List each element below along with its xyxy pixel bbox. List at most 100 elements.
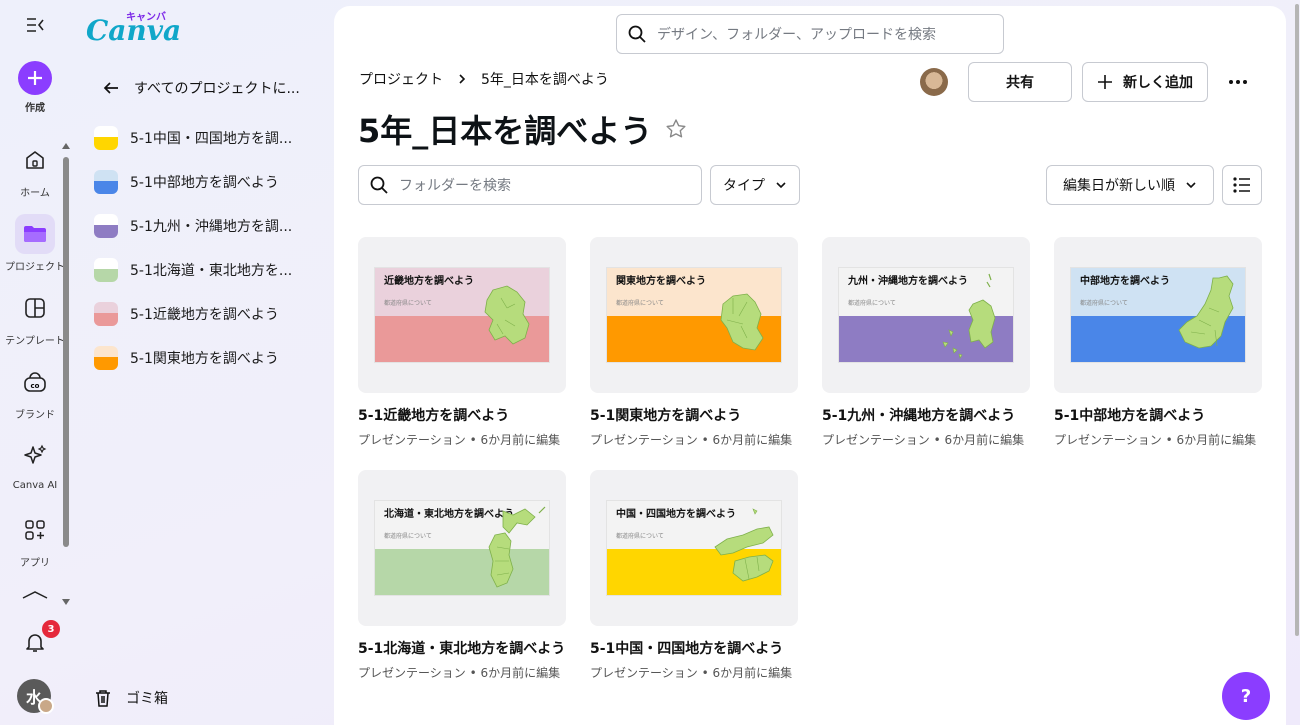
back-to-all-projects[interactable]: すべてのプロジェクトに... — [102, 78, 300, 98]
folder-thumbnail — [94, 258, 118, 282]
scroll-down-arrow-icon[interactable] — [62, 599, 70, 605]
rail-label-home: ホーム — [20, 188, 50, 199]
chevron-down-icon — [1186, 182, 1196, 189]
folder-label: 5-1中国・四国地方を調... — [130, 131, 293, 147]
graduation-cap-icon — [22, 591, 48, 599]
help-button[interactable]: ? — [1222, 672, 1270, 720]
design-card-kyushu[interactable]: 九州・沖縄地方を調べよう 都道府県について 5-1九州・沖縄地方を調べよう プレ… — [822, 237, 1030, 448]
left-rail: 作成 ホーム プロジェクト テンプレート co ブランド Canva AI アプ… — [0, 0, 70, 725]
global-search-input[interactable]: デザイン、フォルダー、アップロードを検索 — [616, 14, 1004, 54]
rail-item-projects[interactable]: プロジェクト — [0, 214, 70, 273]
design-title[interactable]: 5-1中国・四国地方を調べよう — [590, 638, 798, 658]
window-scrollbar[interactable] — [1294, 0, 1300, 725]
folder-thumbnail — [94, 126, 118, 150]
svg-text:co: co — [31, 382, 40, 390]
add-new-button[interactable]: 新しく追加 — [1082, 62, 1208, 102]
rail-item-canva-ai[interactable]: Canva AI — [0, 436, 70, 491]
rail-scroll-thumb[interactable] — [63, 157, 69, 547]
folder-icon — [15, 214, 55, 254]
scroll-up-arrow-icon[interactable] — [62, 143, 70, 149]
design-card-kinki[interactable]: 近畿地方を調べよう 都道府県について 5-1近畿地方を調べよう プレゼンテーショ… — [358, 237, 566, 448]
design-meta: プレゼンテーション • 6か月前に編集 — [590, 433, 793, 447]
trash-icon — [96, 690, 110, 707]
design-card-chugoku-shikoku[interactable]: 中国・四国地方を調べよう 都道府県について 5-1中国・四国地方を調べよう プレ… — [590, 470, 798, 681]
folder-label: 5-1近畿地方を調べよう — [130, 307, 279, 323]
design-thumbnail[interactable]: 中部地方を調べよう 都道府県について — [1054, 237, 1262, 393]
menu-toggle[interactable] — [0, 14, 70, 36]
back-label: すべてのプロジェクトに... — [134, 81, 300, 97]
folder-thumbnail — [94, 346, 118, 370]
folder-item-kyushu-okinawa[interactable]: 5-1九州・沖縄地方を調... — [94, 214, 292, 238]
rail-item-home[interactable]: ホーム — [0, 140, 70, 199]
sort-label: 編集日が新しい順 — [1063, 178, 1175, 194]
plus-icon — [18, 61, 52, 95]
design-title[interactable]: 5-1北海道・東北地方を調べよう — [358, 638, 566, 658]
window-scroll-thumb[interactable] — [1295, 4, 1299, 636]
template-icon — [15, 288, 55, 328]
star-icon[interactable] — [664, 117, 688, 141]
design-thumbnail[interactable]: 近畿地方を調べよう 都道府県について — [358, 237, 566, 393]
more-options-icon[interactable] — [1218, 62, 1258, 102]
chevron-down-icon — [776, 182, 786, 189]
rail-scrollbar[interactable] — [61, 143, 70, 605]
folder-label: 5-1九州・沖縄地方を調... — [130, 219, 293, 235]
folder-item-chugoku-shikoku[interactable]: 5-1中国・四国地方を調... — [94, 126, 292, 150]
slide-preview: 中部地方を調べよう 都道府県について — [1071, 268, 1245, 362]
design-title[interactable]: 5-1中部地方を調べよう — [1054, 405, 1262, 425]
notifications-button[interactable] — [0, 630, 70, 654]
map-kanto-icon — [720, 293, 764, 351]
header-actions: 共有 新しく追加 — [920, 62, 1258, 102]
design-card-hokkaido[interactable]: 北海道・東北地方を調べよう 都道府県について 5-1北海道・東北地方を調べよう … — [358, 470, 566, 681]
design-title[interactable]: 5-1九州・沖縄地方を調べよう — [822, 405, 1030, 425]
folder-item-kinki[interactable]: 5-1近畿地方を調べよう — [94, 302, 279, 326]
folder-item-hokkaido-tohoku[interactable]: 5-1北海道・東北地方を... — [94, 258, 292, 282]
home-icon — [15, 140, 55, 180]
folder-label: 5-1北海道・東北地方を... — [130, 263, 293, 279]
design-title[interactable]: 5-1近畿地方を調べよう — [358, 405, 566, 425]
folder-label: 5-1関東地方を調べよう — [130, 351, 279, 367]
sort-dropdown[interactable]: 編集日が新しい順 — [1046, 165, 1214, 205]
trash-label: ゴミ箱 — [126, 691, 168, 707]
add-new-label: 新しく追加 — [1123, 75, 1193, 91]
brand-icon: co — [15, 362, 55, 402]
main-content: デザイン、フォルダー、アップロードを検索 プロジェクト 5年_日本を調べよう 5… — [334, 6, 1286, 725]
rail-item-templates[interactable]: テンプレート — [0, 288, 70, 347]
list-view-icon — [1233, 177, 1250, 193]
map-hokkaido-tohoku-icon — [488, 506, 546, 588]
rail-item-learn[interactable] — [0, 590, 70, 604]
design-card-kanto[interactable]: 関東地方を調べよう 都道府県について 5-1関東地方を調べよう プレゼンテーショ… — [590, 237, 798, 448]
folder-item-chubu[interactable]: 5-1中部地方を調べよう — [94, 170, 279, 194]
map-chugoku-shikoku-icon — [714, 508, 774, 582]
rail-label-templates: テンプレート — [5, 336, 65, 347]
rail-item-apps[interactable]: アプリ — [0, 510, 70, 569]
map-kyushu-icon — [942, 273, 996, 359]
collaborator-avatar[interactable] — [920, 68, 948, 96]
design-thumbnail[interactable]: 中国・四国地方を調べよう 都道府県について — [590, 470, 798, 626]
trash-link[interactable]: ゴミ箱 — [94, 688, 168, 708]
design-thumbnail[interactable]: 関東地方を調べよう 都道府県について — [590, 237, 798, 393]
type-filter-dropdown[interactable]: タイプ — [710, 165, 800, 205]
folder-search-placeholder: フォルダーを検索 — [399, 178, 511, 194]
design-thumbnail[interactable]: 北海道・東北地方を調べよう 都道府県について — [358, 470, 566, 626]
folder-item-kanto[interactable]: 5-1関東地方を調べよう — [94, 346, 279, 370]
project-side-panel: キャンバ Canva すべてのプロジェクトに... 5-1中国・四国地方を調..… — [72, 0, 334, 725]
design-thumbnail[interactable]: 九州・沖縄地方を調べよう 都道府県について — [822, 237, 1030, 393]
list-view-toggle[interactable] — [1222, 165, 1262, 205]
rail-item-brand[interactable]: co ブランド — [0, 362, 70, 421]
folder-search-input[interactable]: フォルダーを検索 — [358, 165, 702, 205]
design-title[interactable]: 5-1関東地方を調べよう — [590, 405, 798, 425]
design-card-chubu[interactable]: 中部地方を調べよう 都道府県について 5-1中部地方を調べよう プレゼンテーショ… — [1054, 237, 1262, 448]
rail-label-canva-ai: Canva AI — [12, 480, 58, 491]
design-meta: プレゼンテーション • 6か月前に編集 — [1054, 433, 1257, 447]
menu-collapse-icon — [27, 18, 44, 32]
slide-preview: 九州・沖縄地方を調べよう 都道府県について — [839, 268, 1013, 362]
create-button[interactable]: 作成 — [0, 61, 70, 114]
share-button[interactable]: 共有 — [968, 62, 1072, 102]
map-kinki-icon — [484, 285, 530, 345]
rail-label-projects: プロジェクト — [5, 262, 65, 273]
chevron-right-icon — [459, 74, 466, 84]
breadcrumb-root[interactable]: プロジェクト — [359, 69, 443, 89]
logo-text: Canva — [86, 14, 182, 47]
folder-label: 5-1中部地方を調べよう — [130, 175, 279, 191]
type-filter-label: タイプ — [723, 178, 765, 194]
